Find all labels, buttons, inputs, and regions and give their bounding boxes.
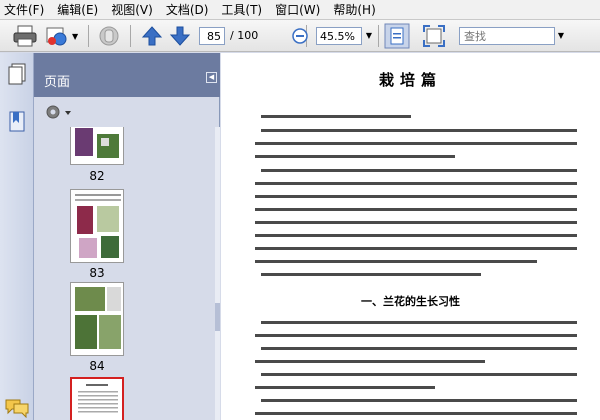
thumbnail-image [70, 189, 124, 263]
menu-view[interactable]: 视图(V) [111, 1, 153, 18]
search-input[interactable] [459, 27, 555, 45]
full-screen-icon[interactable] [422, 24, 446, 48]
document-view[interactable]: 栽培篇 一、兰花的生长习性 [221, 53, 600, 420]
menu-tools[interactable]: 工具(T) [221, 1, 262, 18]
panel-title: 页面 [44, 75, 71, 90]
page-total-label: / 100 [230, 29, 259, 42]
pages-panel: 页面 ◀ 82 83 84 [34, 53, 220, 420]
next-page-icon[interactable] [168, 24, 192, 48]
thumbnail-label: 84 [89, 359, 105, 373]
thumbnail-list: 82 83 84 [42, 127, 206, 420]
fit-page-icon[interactable] [384, 23, 410, 49]
panel-collapse-button[interactable]: ◀ [206, 72, 217, 83]
menu-file[interactable]: 文件(F) [4, 1, 44, 18]
search-dropdown-icon[interactable]: ▼ [555, 27, 567, 45]
bookmarks-panel-icon[interactable] [8, 111, 26, 133]
thumbnail-label: 82 [89, 169, 105, 183]
options-gear-icon[interactable] [44, 103, 74, 121]
menu-bar: 文件(F) 编辑(E) 视图(V) 文档(D) 工具(T) 窗口(W) 帮助(H… [0, 0, 600, 20]
pages-panel-icon[interactable] [8, 63, 26, 85]
document-title: 栽培篇 [378, 71, 442, 89]
print-icon[interactable] [12, 24, 38, 48]
thumbnail-scrollbar-thumb[interactable] [215, 303, 220, 331]
thumbnail-label: 83 [89, 266, 105, 280]
thumbnail-image [70, 282, 124, 356]
thumbnail-image [70, 127, 124, 165]
email-dropdown-icon[interactable]: ▼ [72, 32, 78, 41]
zoom-out-icon[interactable] [291, 27, 309, 45]
menu-help[interactable]: 帮助(H) [333, 1, 375, 18]
hand-tool-icon[interactable] [96, 24, 122, 48]
document-body-text-block-2 [255, 321, 577, 415]
navigation-rail [0, 53, 34, 420]
toolbar-separator [378, 25, 379, 47]
toolbar-separator [88, 25, 89, 47]
zoom-dropdown-icon[interactable]: ▼ [363, 27, 375, 45]
toolbar-separator [130, 25, 131, 47]
zoom-input[interactable] [316, 27, 362, 45]
menu-document[interactable]: 文档(D) [166, 1, 209, 18]
thumbnail-image [70, 377, 124, 420]
page-number-input[interactable] [199, 27, 225, 45]
thumbnail-scrollbar[interactable] [215, 127, 220, 420]
menu-edit[interactable]: 编辑(E) [57, 1, 98, 18]
previous-page-icon[interactable] [140, 24, 164, 48]
panel-header: 页面 ◀ [34, 53, 220, 97]
email-icon[interactable] [44, 24, 70, 48]
comments-icon[interactable] [4, 398, 30, 418]
document-body-text-block-1 [255, 115, 577, 276]
menu-window[interactable]: 窗口(W) [275, 1, 320, 18]
section-heading: 一、兰花的生长习性 [361, 295, 460, 308]
